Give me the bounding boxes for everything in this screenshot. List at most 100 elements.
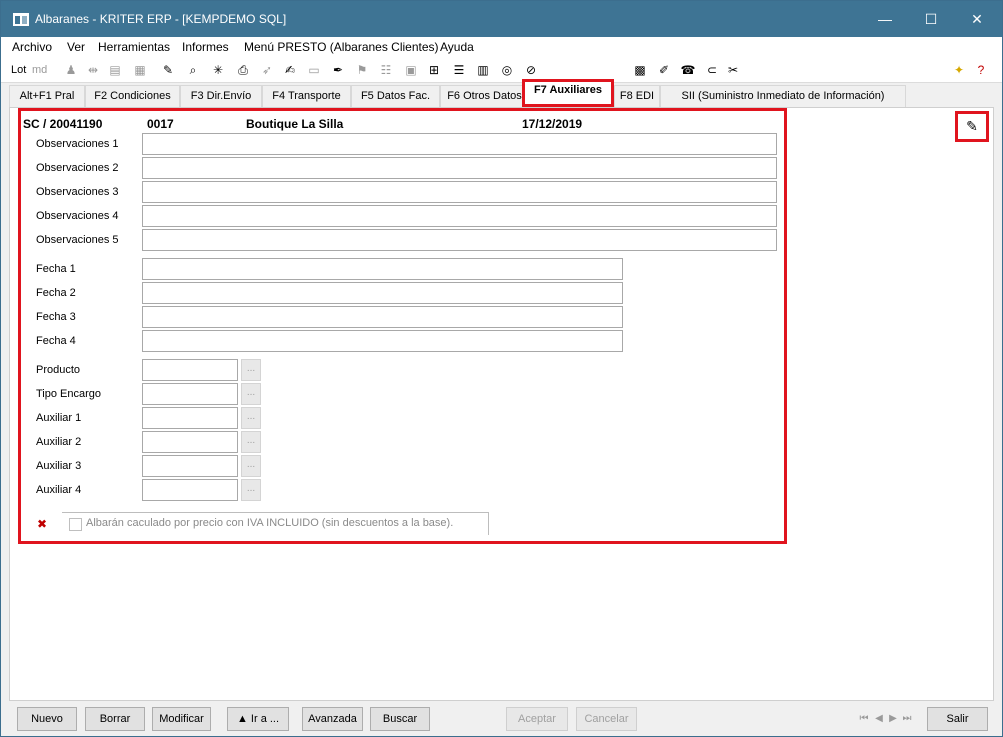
- auxiliar-3-lookup-button[interactable]: ...: [241, 455, 261, 477]
- app-window: Albaranes - KRITER ERP - [KEMPDEMO SQL] …: [0, 0, 1003, 737]
- fecha-3-input[interactable]: [142, 306, 623, 328]
- menu-ver[interactable]: Ver: [67, 40, 85, 54]
- label-fecha-2: Fecha 2: [36, 287, 76, 299]
- phone-icon[interactable]: ☎: [680, 62, 696, 78]
- observaciones-5-input[interactable]: [142, 229, 777, 251]
- sparkle-icon[interactable]: ✳: [210, 62, 226, 78]
- ir-a-button[interactable]: ▲ Ir a ...: [227, 707, 289, 731]
- observaciones-1-input[interactable]: [142, 133, 777, 155]
- highlighter-icon[interactable]: ✒: [330, 62, 346, 78]
- calendar-icon[interactable]: ▦: [132, 62, 148, 78]
- news-icon[interactable]: ▩: [632, 62, 648, 78]
- modificar-button[interactable]: Modificar: [152, 707, 211, 731]
- fecha-4-input[interactable]: [142, 330, 623, 352]
- tab-edi[interactable]: F8 EDI: [614, 85, 660, 107]
- tab-transporte[interactable]: F4 Transporte: [262, 85, 351, 107]
- observaciones-3-input[interactable]: [142, 181, 777, 203]
- aceptar-button[interactable]: Aceptar: [506, 707, 568, 731]
- auxiliar-4-lookup-button[interactable]: ...: [241, 479, 261, 501]
- minimize-button[interactable]: —: [862, 1, 908, 37]
- split-icon[interactable]: ⇹: [85, 62, 101, 78]
- document-date: 17/12/2019: [522, 117, 583, 131]
- observaciones-2-input[interactable]: [142, 157, 777, 179]
- avanzada-button[interactable]: Avanzada: [302, 707, 363, 731]
- menu-informes[interactable]: Informes: [182, 40, 229, 54]
- fecha-2-input[interactable]: [142, 282, 623, 304]
- tab-otros-datos[interactable]: F6 Otros Datos: [440, 85, 529, 107]
- producto-input[interactable]: [142, 359, 238, 381]
- list-icon[interactable]: ☰: [451, 62, 467, 78]
- md-button[interactable]: md: [32, 62, 47, 78]
- menu-ayuda[interactable]: Ayuda: [440, 40, 474, 54]
- observaciones-4-input[interactable]: [142, 205, 777, 227]
- tab-auxiliares[interactable]: F7 Auxiliares: [522, 79, 614, 107]
- label-auxiliar-3: Auxiliar 3: [36, 460, 82, 472]
- fecha-1-input[interactable]: [142, 258, 623, 280]
- notes-icon[interactable]: ✎: [160, 62, 176, 78]
- tree-icon[interactable]: ☷: [378, 62, 394, 78]
- iva-incluido-label: Albarán caculado por precio con IVA INCL…: [86, 517, 454, 529]
- window-title: Albaranes - KRITER ERP - [KEMPDEMO SQL]: [35, 12, 287, 26]
- borrar-button[interactable]: Borrar: [85, 707, 145, 731]
- sign-icon[interactable]: ✐: [656, 62, 672, 78]
- buscar-button[interactable]: Buscar: [370, 707, 430, 731]
- nuevo-button[interactable]: Nuevo: [17, 707, 77, 731]
- tipo-encargo-input[interactable]: [142, 383, 238, 405]
- chart-icon[interactable]: ▥: [475, 62, 491, 78]
- auxiliar-2-lookup-button[interactable]: ...: [241, 431, 261, 453]
- previous-record-icon[interactable]: ◀: [872, 712, 886, 726]
- paperclip-icon[interactable]: ✂: [725, 62, 741, 78]
- window-icon[interactable]: ▭: [306, 62, 322, 78]
- tab-strip: Alt+F1 Pral F2 Condiciones F3 Dir.Envío …: [9, 79, 994, 107]
- auxiliar-2-input[interactable]: [142, 431, 238, 453]
- tag-icon[interactable]: ⊘: [523, 62, 539, 78]
- tab-sii[interactable]: SII (Suministro Inmediato de Información…: [660, 85, 906, 107]
- auxiliar-3-input[interactable]: [142, 455, 238, 477]
- producto-lookup-button[interactable]: ...: [241, 359, 261, 381]
- lightbulb-icon[interactable]: ✦: [951, 62, 967, 78]
- person-icon[interactable]: ♟: [63, 62, 79, 78]
- notes-icon-button[interactable]: ✎: [955, 111, 989, 142]
- tipo-encargo-lookup-button[interactable]: ...: [241, 383, 261, 405]
- attachment-icon[interactable]: ⊂: [704, 62, 720, 78]
- next-record-icon[interactable]: ▶: [886, 712, 900, 726]
- grid-icon[interactable]: ⊞: [426, 62, 442, 78]
- help-icon[interactable]: ?: [973, 62, 989, 78]
- rocket-icon[interactable]: ➶: [259, 62, 275, 78]
- tab-dir-envio[interactable]: F3 Dir.Envío: [180, 85, 262, 107]
- tab-condiciones[interactable]: F2 Condiciones: [85, 85, 180, 107]
- label-fecha-4: Fecha 4: [36, 335, 76, 347]
- tab-pral[interactable]: Alt+F1 Pral: [9, 85, 85, 107]
- last-record-icon[interactable]: ⏭: [900, 712, 914, 726]
- menu-bar: Archivo Ver Herramientas Informes Menú P…: [1, 37, 1002, 57]
- label-fecha-3: Fecha 3: [36, 311, 76, 323]
- first-record-icon[interactable]: ⏮: [857, 712, 871, 726]
- maximize-button[interactable]: ☐: [908, 1, 954, 37]
- close-button[interactable]: ✕: [954, 1, 1000, 37]
- documents-icon[interactable]: ▤: [107, 62, 123, 78]
- menu-presto[interactable]: Menú PRESTO (Albaranes Clientes): [244, 40, 439, 54]
- app-icon: [13, 13, 29, 26]
- auxiliar-1-lookup-button[interactable]: ...: [241, 407, 261, 429]
- iva-incluido-group: Albarán caculado por precio con IVA INCL…: [62, 512, 489, 535]
- printer-icon[interactable]: ⎙: [235, 62, 251, 78]
- disc-icon[interactable]: ◎: [499, 62, 515, 78]
- auxiliar-4-input[interactable]: [142, 479, 238, 501]
- menu-herramientas[interactable]: Herramientas: [98, 40, 170, 54]
- cancelar-button[interactable]: Cancelar: [576, 707, 637, 731]
- lot-button[interactable]: Lot: [11, 62, 26, 78]
- card-icon[interactable]: ▣: [403, 62, 419, 78]
- iva-incluido-checkbox[interactable]: [69, 518, 82, 531]
- document-number: SC / 20041190: [23, 117, 103, 131]
- label-fecha-1: Fecha 1: [36, 263, 76, 275]
- print-preview-icon[interactable]: ⌕: [185, 62, 201, 78]
- menu-archivo[interactable]: Archivo: [12, 40, 52, 54]
- salir-button[interactable]: Salir: [927, 707, 988, 731]
- auxiliar-1-input[interactable]: [142, 407, 238, 429]
- label-observaciones-1: Observaciones 1: [36, 138, 119, 150]
- edit-icon[interactable]: ✍: [282, 62, 298, 78]
- label-auxiliar-4: Auxiliar 4: [36, 484, 82, 496]
- label-observaciones-3: Observaciones 3: [36, 186, 119, 198]
- tab-datos-fac[interactable]: F5 Datos Fac.: [351, 85, 440, 107]
- flag-icon[interactable]: ⚑: [354, 62, 370, 78]
